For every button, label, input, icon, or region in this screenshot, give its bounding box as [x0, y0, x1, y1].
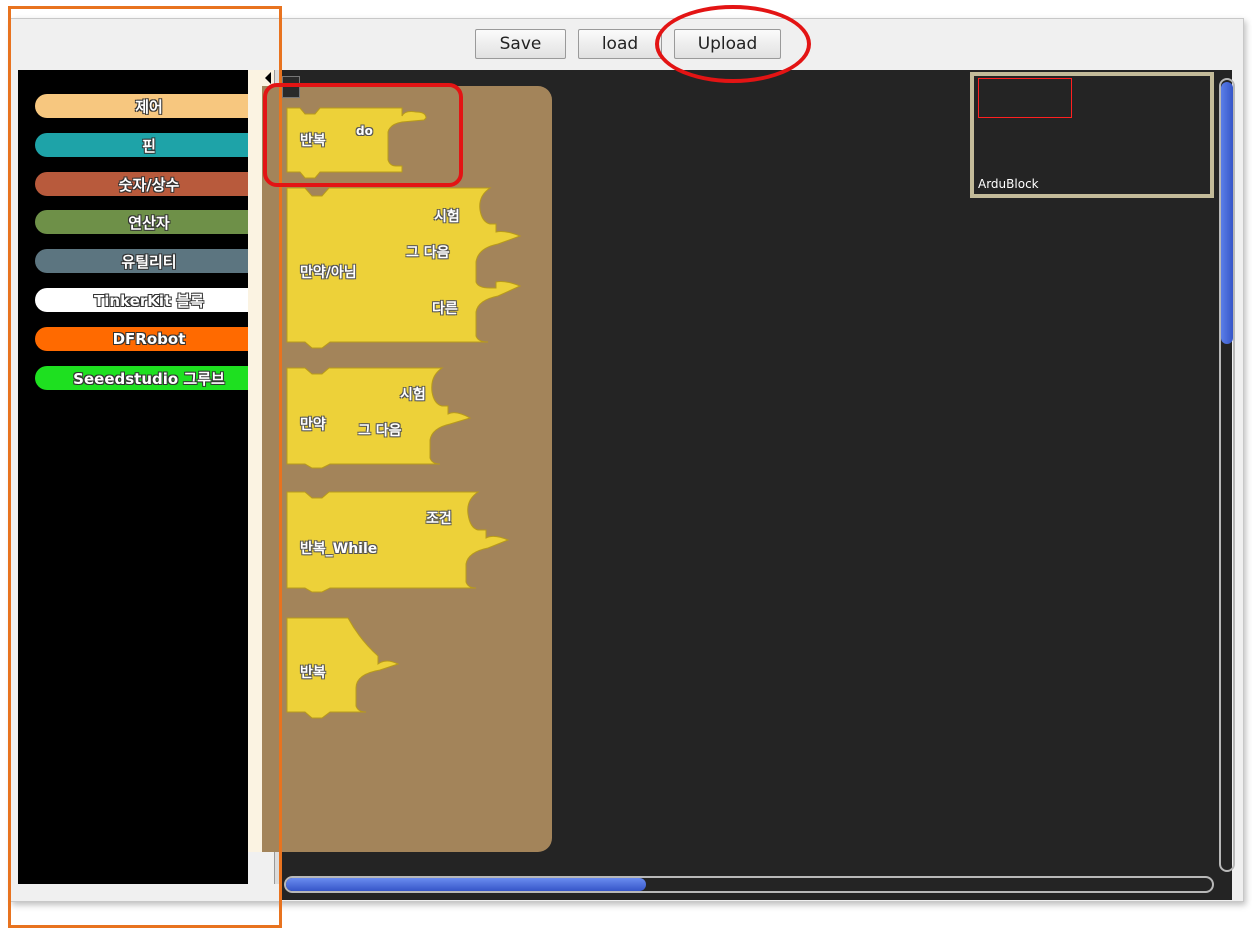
annotation-repeat-block-highlight: [263, 83, 463, 187]
minimap-label: ArduBlock: [978, 177, 1039, 191]
save-button[interactable]: Save: [475, 29, 566, 59]
horizontal-scroll-thumb[interactable]: [286, 878, 646, 891]
annotation-palette-highlight: [8, 6, 282, 928]
load-button[interactable]: load: [578, 29, 662, 59]
workspace-minimap[interactable]: ArduBlock: [970, 72, 1214, 198]
minimap-viewport[interactable]: [978, 78, 1072, 118]
vertical-scroll-thumb[interactable]: [1221, 82, 1233, 344]
annotation-upload-circle: [655, 5, 811, 83]
